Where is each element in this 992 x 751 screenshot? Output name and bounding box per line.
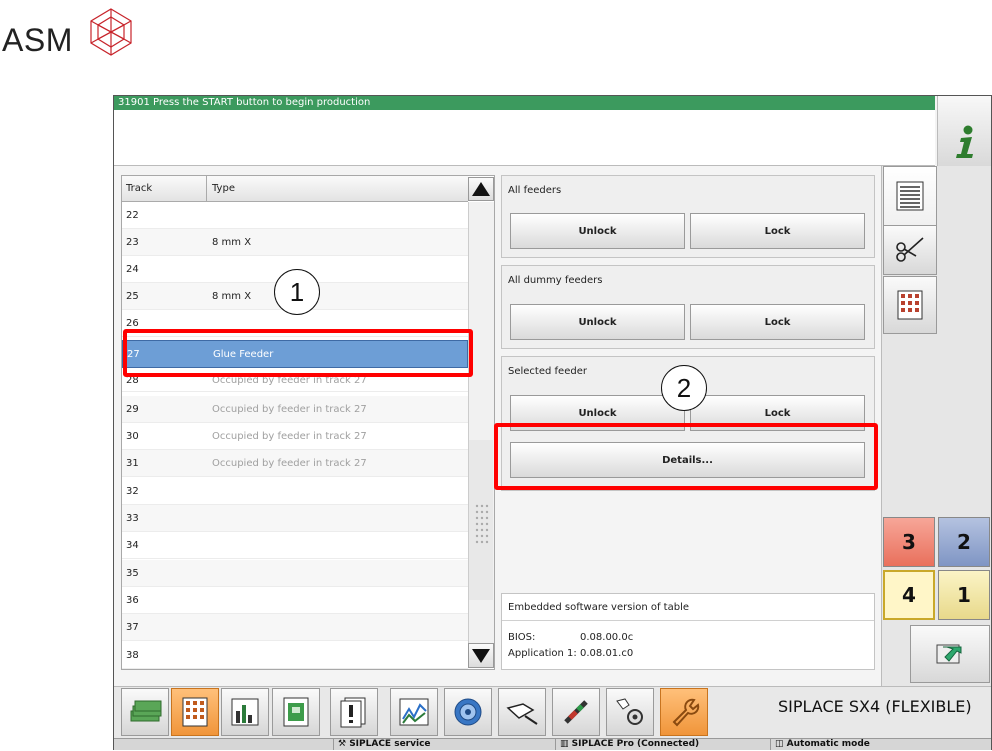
- table-row[interactable]: 32: [122, 478, 468, 505]
- nozzle-button[interactable]: [498, 688, 546, 736]
- footer-mode: ◫ Automatic mode: [770, 738, 991, 750]
- asm-logo-icon: [90, 8, 132, 56]
- all-feeders-lock-button[interactable]: Lock: [690, 213, 865, 249]
- pro-icon: ▥: [560, 739, 572, 749]
- divider: [502, 620, 874, 621]
- application-label: Application 1:: [508, 648, 577, 659]
- list-icon: [896, 181, 924, 211]
- scroll-down-button[interactable]: [468, 643, 494, 668]
- scissors-icon: [896, 237, 924, 262]
- statistics-button[interactable]: [221, 688, 269, 736]
- info-button[interactable]: [937, 96, 991, 166]
- table-row[interactable]: 22: [122, 202, 468, 229]
- all-dummy-feeders-title: All dummy feeders: [508, 275, 603, 286]
- table-row[interactable]: 31 Occupied by feeder in track 27: [122, 450, 468, 477]
- column-header-track: Track: [126, 183, 153, 194]
- nozzle-icon: [506, 703, 538, 725]
- footer-pro-connection: ▥ SIPLACE Pro (Connected): [555, 738, 770, 750]
- table-header: Track Type: [122, 176, 468, 202]
- status-message-bar: 31901 Press the START button to begin pr…: [114, 96, 935, 110]
- trend-button[interactable]: [390, 688, 438, 736]
- wrench-icon: [672, 698, 700, 727]
- gear-hand-icon: [616, 698, 643, 725]
- triangle-up-icon: [472, 182, 490, 196]
- table-row[interactable]: 23 8 mm X: [122, 229, 468, 256]
- highlight-selected-row: [123, 329, 473, 377]
- bios-label: BIOS:: [508, 632, 536, 643]
- station-4-label: 4: [902, 583, 916, 607]
- grid-icon: [897, 290, 923, 320]
- table-row[interactable]: 33: [122, 505, 468, 532]
- feeder-grid-icon: [182, 697, 208, 727]
- machine-name: SIPLACE SX4 (FLEXIBLE): [778, 697, 972, 716]
- board-button[interactable]: [272, 688, 320, 736]
- messages-button[interactable]: [330, 688, 378, 736]
- asm-logo-text: ASM: [2, 22, 73, 58]
- table-row[interactable]: 36: [122, 587, 468, 614]
- triangle-down-icon: [472, 649, 490, 663]
- table-row[interactable]: 38: [122, 642, 468, 669]
- scroll-grip-icon: [475, 504, 489, 544]
- dummy-unlock-button[interactable]: Unlock: [510, 304, 685, 340]
- table-row[interactable]: 30 Occupied by feeder in track 27: [122, 423, 468, 450]
- version-title: Embedded software version of table: [508, 602, 690, 613]
- scroll-up-button[interactable]: [468, 177, 494, 201]
- tool-icon: [564, 700, 588, 724]
- arrow-icon: [936, 644, 962, 664]
- table-row[interactable]: 34: [122, 532, 468, 559]
- table-row[interactable]: 35: [122, 560, 468, 587]
- setup-button[interactable]: [121, 688, 169, 736]
- trend-chart-icon: [399, 698, 429, 726]
- board-icon: [283, 697, 309, 727]
- camera-button[interactable]: [444, 688, 492, 736]
- table-row[interactable]: 29 Occupied by feeder in track 27: [122, 396, 468, 423]
- exit-button[interactable]: [910, 625, 990, 683]
- cut-button[interactable]: [883, 225, 937, 275]
- maintenance-button[interactable]: [660, 688, 708, 736]
- bios-value: 0.08.00.0c: [580, 632, 634, 643]
- message-area: [114, 110, 935, 166]
- all-feeders-title: All feeders: [508, 185, 562, 196]
- highlight-details-button: [494, 423, 878, 490]
- selected-feeder-title: Selected feeder: [508, 366, 587, 377]
- camera-icon: [454, 698, 482, 726]
- money-icon: [130, 700, 162, 722]
- station-4-button[interactable]: 4: [883, 570, 935, 620]
- station-1-button[interactable]: 1: [938, 570, 990, 620]
- tools-button[interactable]: [552, 688, 600, 736]
- footer-service: ⚒ SIPLACE service: [333, 738, 555, 750]
- service-icon: ⚒: [338, 739, 350, 749]
- column-header-type: Type: [212, 183, 235, 194]
- info-icon: [955, 125, 973, 158]
- all-feeders-unlock-button[interactable]: Unlock: [510, 213, 685, 249]
- dummy-lock-button[interactable]: Lock: [690, 304, 865, 340]
- mode-icon: ◫: [775, 739, 787, 749]
- station-2-button[interactable]: 2: [938, 517, 990, 567]
- grid-view-button[interactable]: [883, 276, 937, 334]
- callout-1: 1: [274, 269, 320, 315]
- feeder-table-button[interactable]: [171, 688, 219, 736]
- station-3-button[interactable]: 3: [883, 517, 935, 567]
- bar-chart-icon: [231, 698, 259, 726]
- callout-2: 2: [661, 365, 707, 411]
- warning-icon: [340, 697, 366, 728]
- list-view-button[interactable]: [883, 166, 937, 226]
- table-row[interactable]: 37: [122, 614, 468, 641]
- service-button[interactable]: [606, 688, 654, 736]
- application-value: 0.08.01.c0: [580, 648, 634, 659]
